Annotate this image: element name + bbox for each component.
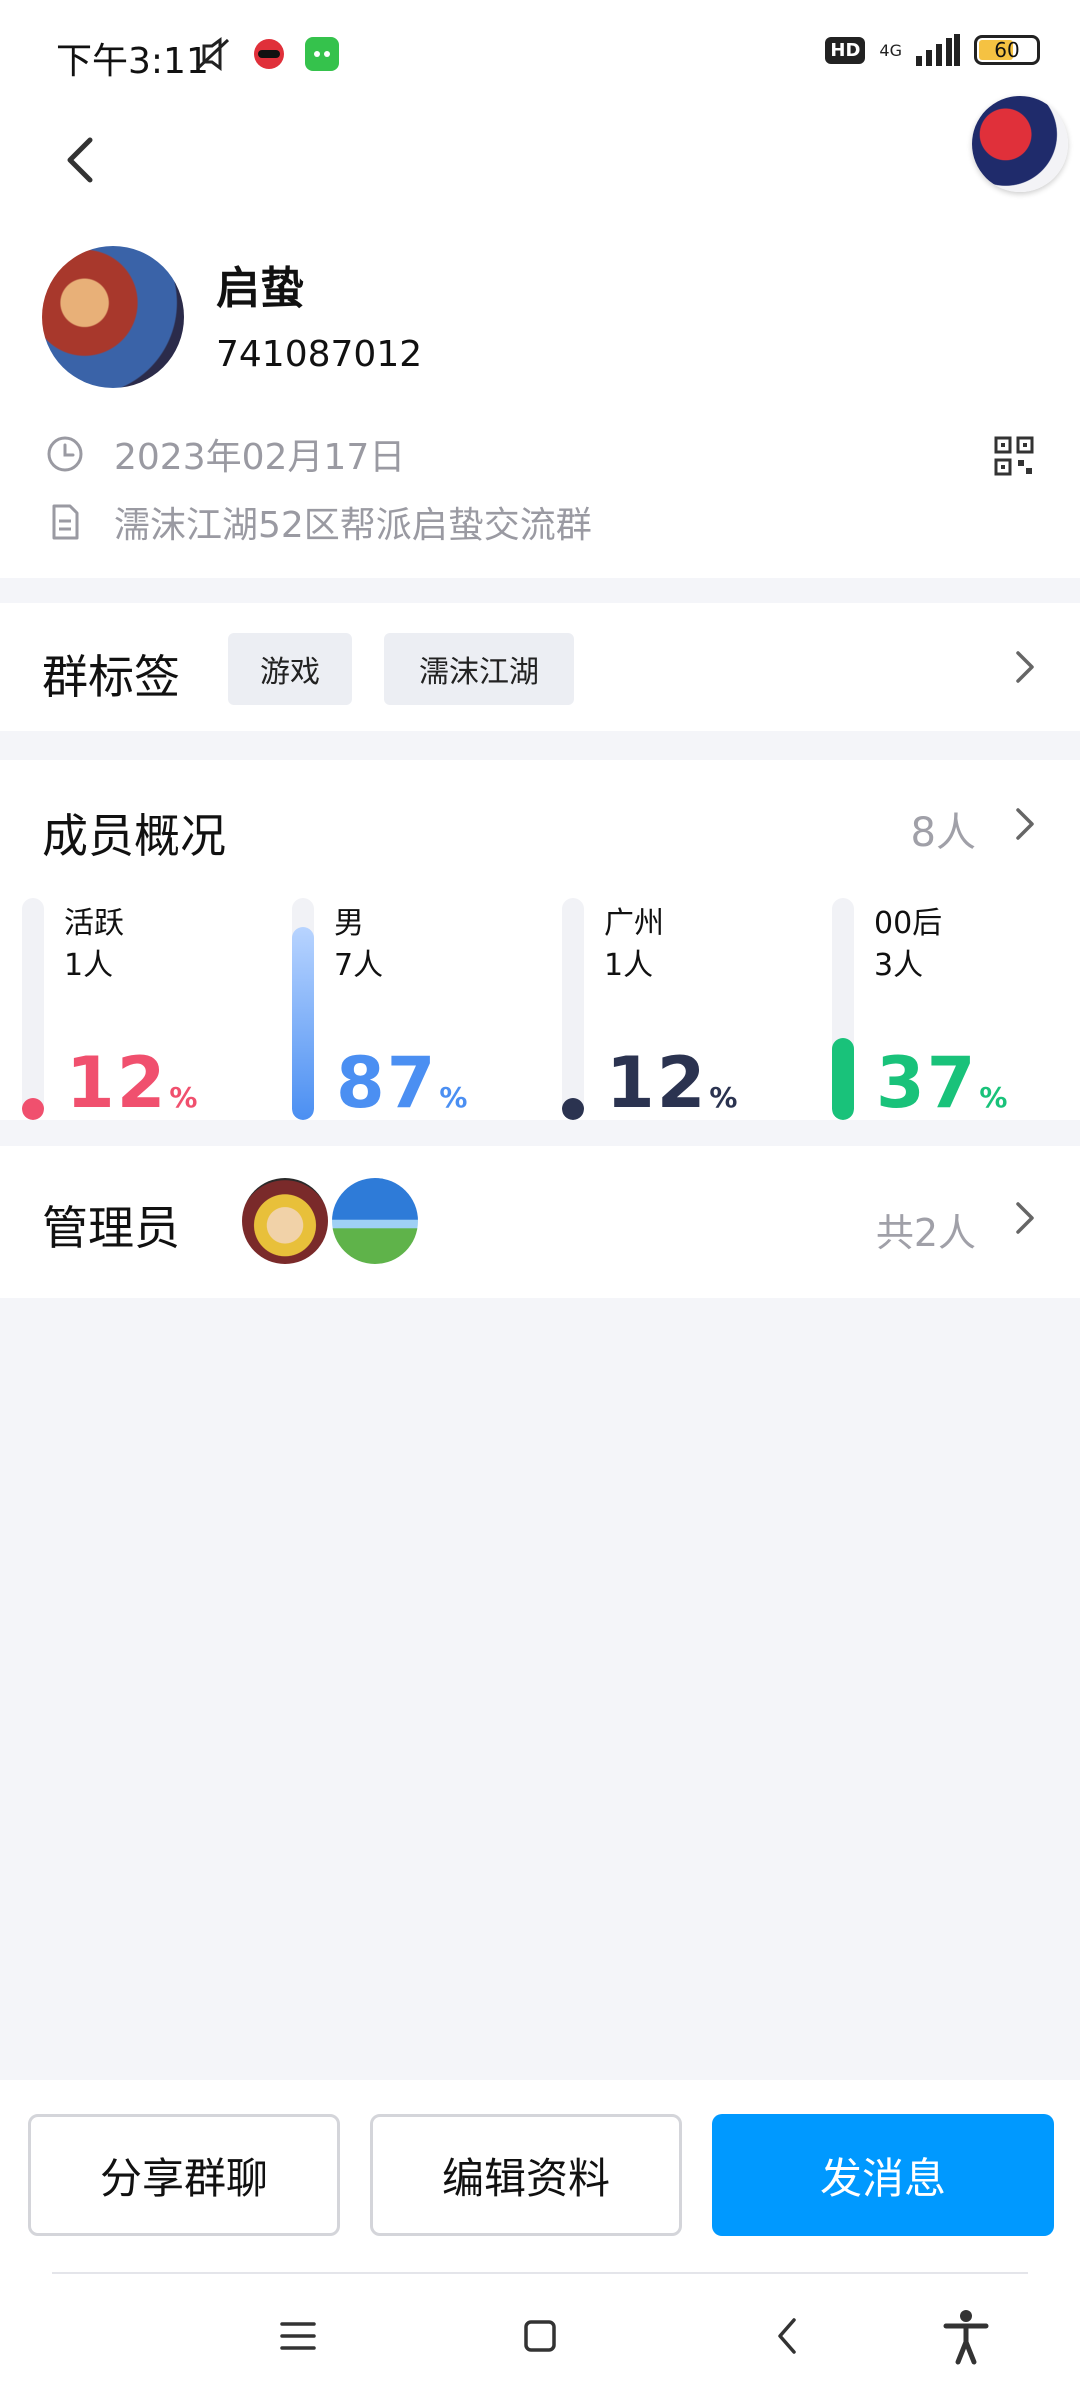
member-overview-section[interactable]: 成员概况 8人 活跃 1人 12% 男 7人 87% 广州 1人 12% 00后… (0, 760, 1080, 1120)
stat-fill (562, 1098, 584, 1120)
created-date: 2023年02月17日 (114, 437, 406, 478)
stat-track (832, 898, 854, 1120)
group-id: 741087012 (216, 334, 423, 375)
chevron-right-icon (1016, 808, 1034, 840)
accessibility-icon[interactable] (936, 2306, 996, 2366)
stat-active: 活跃 1人 12% (22, 898, 282, 1120)
back-nav-icon[interactable] (758, 2306, 818, 2366)
status-bar: 下午3:11 HD 4G 60 (0, 0, 1080, 110)
home-icon[interactable] (510, 2306, 570, 2366)
admin-avatar[interactable] (242, 1178, 328, 1264)
group-tags-section[interactable]: 群标签 游戏 濡沫江湖 (0, 603, 1080, 731)
document-icon (52, 504, 79, 540)
members-title: 成员概况 (42, 809, 226, 863)
clock-icon (47, 436, 83, 472)
status-right: HD 4G 60 (825, 34, 1040, 66)
share-group-button[interactable]: 分享群聊 (28, 2114, 340, 2236)
stat-fill (22, 1098, 44, 1120)
admin-total: 共2人 (875, 1211, 976, 1255)
stat-percent: 87% (336, 1042, 470, 1124)
battery-icon: 60 (974, 35, 1040, 65)
chevron-right-icon (1016, 651, 1034, 683)
stat-track (292, 898, 314, 1120)
menu-icon[interactable] (268, 2306, 328, 2366)
network-type: 4G (879, 40, 902, 60)
stat-age: 00后 3人 37% (832, 898, 1080, 1120)
stat-percent: 37% (876, 1042, 1010, 1124)
back-button[interactable] (50, 128, 110, 192)
admins-title: 管理员 (42, 1201, 180, 1255)
stat-count: 7人 (334, 948, 384, 983)
created-date-row: 2023年02月17日 (46, 428, 405, 480)
status-icons (192, 36, 340, 72)
app-notification-icon (254, 39, 284, 69)
tag-item: 濡沫江湖 (384, 633, 574, 705)
edit-profile-button[interactable]: 编辑资料 (370, 2114, 682, 2236)
signal-icon (916, 34, 960, 66)
group-avatar[interactable] (42, 246, 184, 388)
top-nav (0, 96, 1080, 240)
stat-label: 广州 (604, 906, 664, 941)
stat-count: 1人 (64, 948, 114, 983)
chevron-right-icon (1016, 1202, 1034, 1234)
mute-icon (196, 37, 230, 71)
stat-percent: 12% (66, 1042, 200, 1124)
stat-label: 活跃 (64, 906, 124, 941)
admins-section[interactable]: 管理员 共2人 (0, 1146, 1080, 1298)
send-message-button[interactable]: 发消息 (712, 2114, 1054, 2236)
stat-label: 00后 (874, 906, 943, 941)
group-name: 启蛰 (216, 263, 304, 314)
wechat-bot-icon (305, 37, 339, 71)
group-description: 濡沫江湖52区帮派启蛰交流群 (114, 505, 592, 546)
member-count: 8人 (910, 810, 976, 856)
battery-level: 60 (994, 38, 1020, 62)
stat-track (562, 898, 584, 1120)
stat-count: 1人 (604, 948, 654, 983)
tag-item: 游戏 (228, 633, 352, 705)
user-avatar[interactable] (972, 96, 1068, 192)
stat-count: 3人 (874, 948, 924, 983)
tags-title: 群标签 (42, 650, 180, 704)
stat-label: 男 (334, 906, 364, 941)
description-row: 濡沫江湖52区帮派启蛰交流群 (46, 496, 592, 548)
stat-fill (832, 1037, 854, 1120)
stat-track (22, 898, 44, 1120)
stat-fill (292, 926, 314, 1120)
stat-location: 广州 1人 12% (562, 898, 822, 1120)
divider (52, 2272, 1028, 2274)
hd-badge: HD (825, 36, 866, 64)
group-profile: 启蛰 741087012 2023年02月17日 濡沫江湖52区帮派启蛰交流群 (0, 240, 1080, 578)
stat-male: 男 7人 87% (292, 898, 552, 1120)
stat-percent: 12% (606, 1042, 740, 1124)
qr-code-icon[interactable] (994, 436, 1034, 476)
admin-avatar[interactable] (332, 1178, 418, 1264)
status-time: 下午3:11 (56, 41, 209, 82)
bottom-action-bar: 分享群聊 编辑资料 发消息 (0, 2080, 1080, 2400)
